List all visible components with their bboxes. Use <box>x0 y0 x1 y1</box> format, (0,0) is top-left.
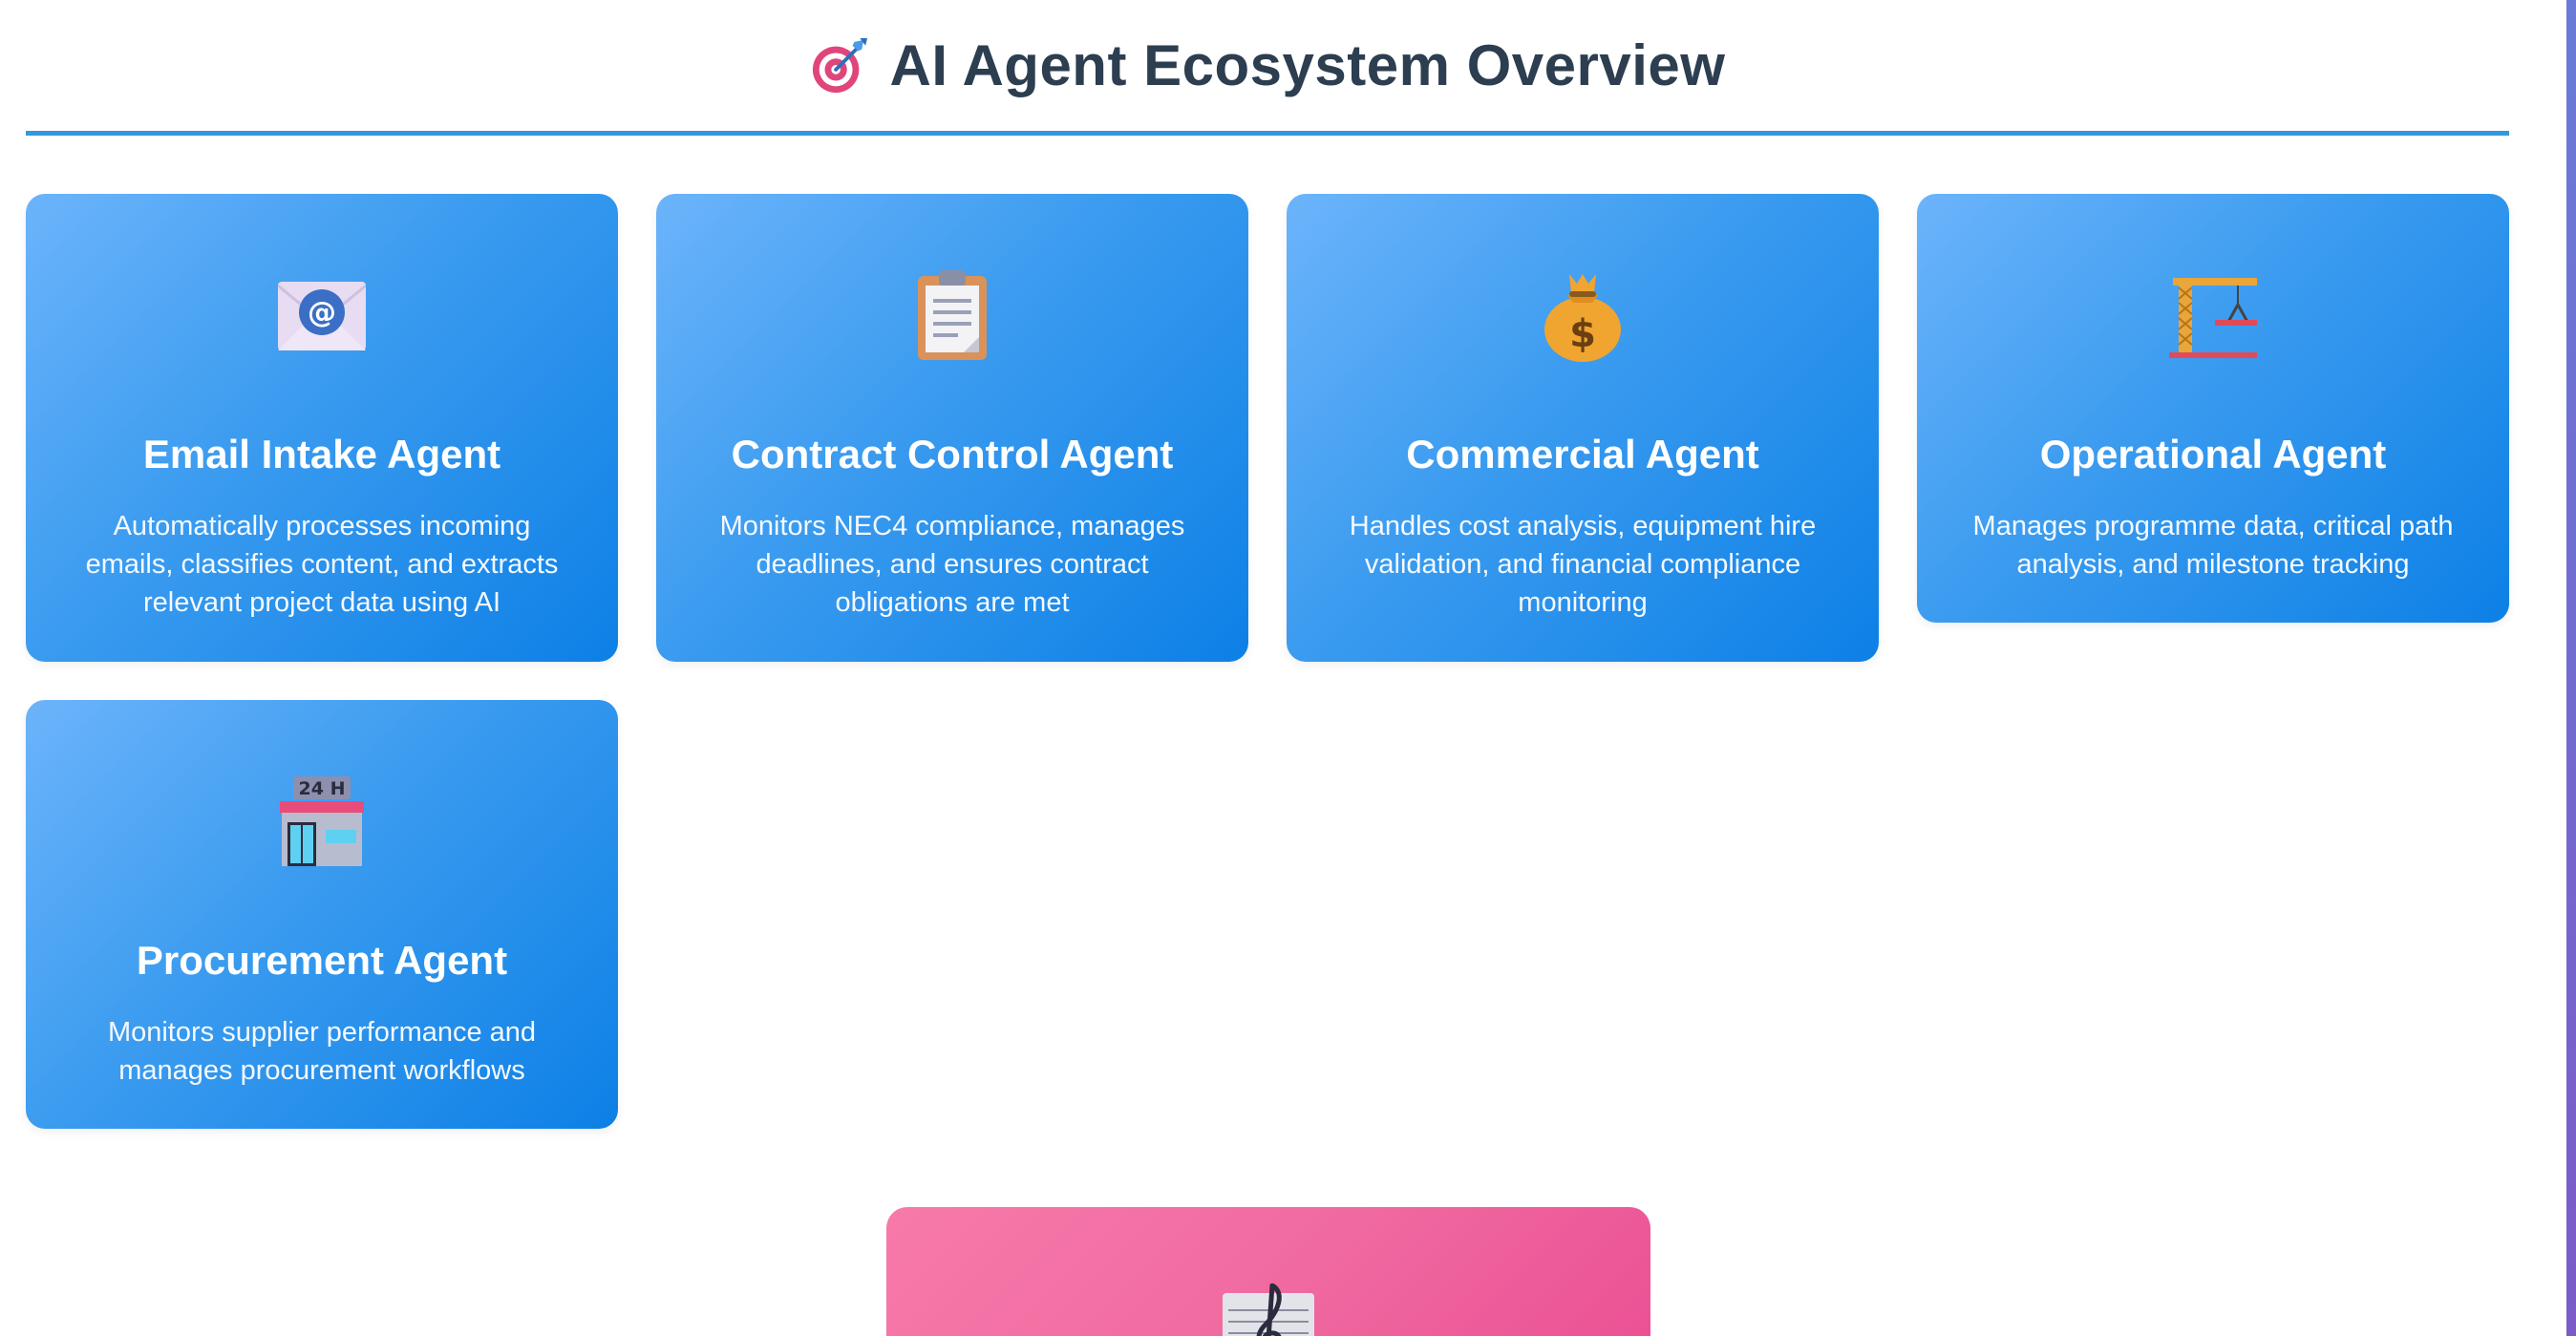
agent-description: Monitors NEC4 compliance, manages deadli… <box>719 511 1185 619</box>
agent-card-operational[interactable]: Operational Agent Manages programme data… <box>1917 194 2509 623</box>
svg-text:24 H: 24 H <box>299 778 346 799</box>
target-icon <box>812 37 867 93</box>
crane-icon <box>2169 278 2257 358</box>
musical-score-icon <box>1223 1283 1314 1336</box>
agent-title: Commercial Agent <box>1406 432 1759 477</box>
agent-description: Manages programme data, critical path an… <box>1972 511 2454 581</box>
clipboard-icon <box>918 270 987 360</box>
email-icon: @ <box>278 282 366 350</box>
title-wrap: AI Agent Ecosystem Overview <box>810 32 1726 98</box>
money-bag-icon: $ <box>1544 274 1621 362</box>
page-title: AI Agent Ecosystem Overview <box>889 33 1726 97</box>
scrollbar-edge[interactable] <box>2566 0 2576 1336</box>
page-header: AI Agent Ecosystem Overview <box>26 0 2509 136</box>
agent-title: Email Intake Agent <box>142 432 501 477</box>
store-24h-icon: 24 H <box>280 776 364 866</box>
svg-text:@: @ <box>308 296 336 329</box>
orchestrator-card[interactable] <box>886 1207 1650 1336</box>
agent-card-commercial[interactable]: $ Commercial Agent Handles cost analysis… <box>1287 194 1879 662</box>
agent-description: Monitors supplier performance and manage… <box>107 1017 537 1087</box>
page: AI Agent Ecosystem Overview @ Email Inta… <box>0 0 2576 1336</box>
agent-card-contract-control[interactable]: Contract Control Agent Monitors NEC4 com… <box>656 194 1248 662</box>
agent-title: Contract Control Agent <box>731 432 1174 477</box>
agent-description: Handles cost analysis, equipment hire va… <box>1349 511 1817 619</box>
svg-text:$: $ <box>1569 312 1596 356</box>
agent-card-email-intake[interactable]: @ Email Intake Agent Automatically proce… <box>26 194 618 662</box>
agent-grid: @ Email Intake Agent Automatically proce… <box>26 194 2509 1129</box>
agent-title: Operational Agent <box>2039 432 2387 477</box>
agent-title: Procurement Agent <box>136 938 508 983</box>
agent-description: Automatically processes incoming emails,… <box>85 511 559 619</box>
agent-card-procurement[interactable]: 24 H Procurement Agent Monitors supplier… <box>26 700 618 1129</box>
